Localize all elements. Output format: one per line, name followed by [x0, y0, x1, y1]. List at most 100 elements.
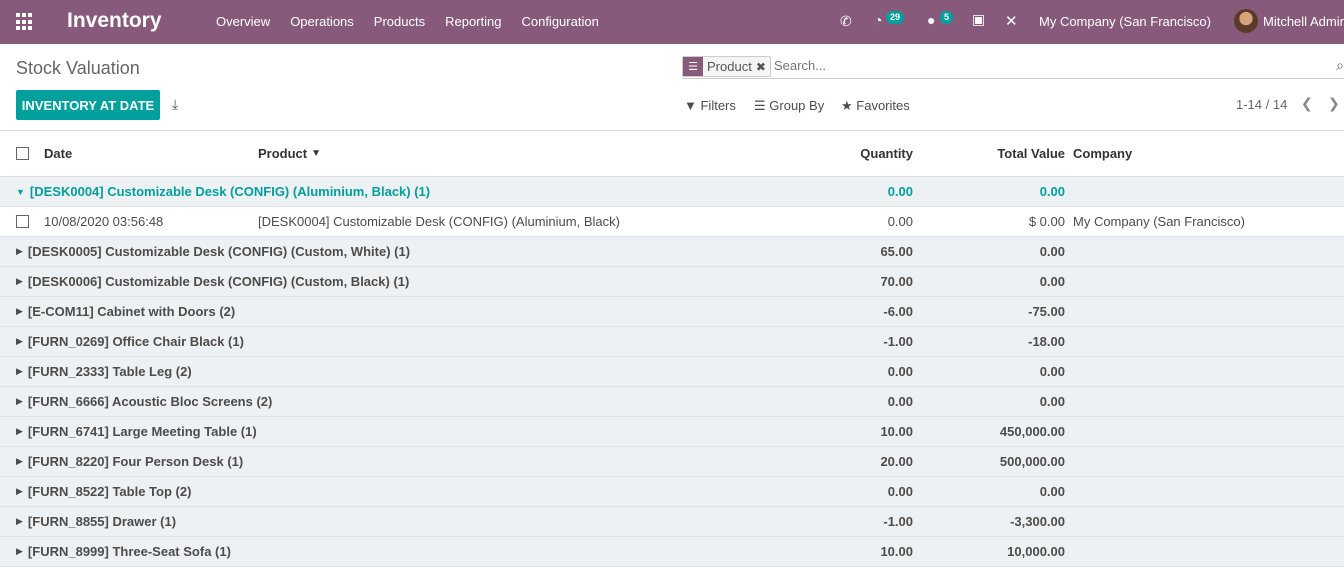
- caret-right-icon: ▶: [16, 306, 23, 316]
- caret-right-icon: ▶: [16, 426, 23, 436]
- group-row[interactable]: ▶ [FURN_6666] Acoustic Bloc Screens (2) 0…: [0, 387, 1344, 417]
- group-quantity: 0.00: [887, 184, 913, 199]
- menu-overview[interactable]: Overview: [216, 14, 270, 29]
- user-menu[interactable]: Mitchell Admin: [1263, 14, 1344, 29]
- row-quantity: 0.00: [887, 214, 913, 229]
- group-name: ▶ [FURN_8855] Drawer (1): [16, 507, 176, 536]
- group-label: [FURN_6666] Acoustic Bloc Screens (2): [27, 394, 273, 409]
- group-label: [FURN_8855] Drawer (1): [27, 514, 177, 529]
- group-value: 0.00: [1039, 244, 1065, 259]
- group-name: ▶ [FURN_2333] Table Leg (2): [16, 357, 192, 386]
- company-switcher[interactable]: My Company (San Francisco): [1039, 14, 1211, 29]
- group-name: ▶ [FURN_6741] Large Meeting Table (1): [16, 417, 257, 446]
- app-brand[interactable]: Inventory: [67, 9, 162, 33]
- row-date: 10/08/2020 03:56:48: [44, 214, 164, 229]
- col-product[interactable]: Product ▼: [258, 131, 321, 176]
- search-bar: ☰ Product ✖ ⌕: [682, 56, 1344, 79]
- favorites-label: Favorites: [856, 98, 910, 113]
- group-value: 0.00: [1039, 364, 1065, 379]
- group-quantity: -1.00: [883, 514, 913, 529]
- group-label: [FURN_8999] Three-Seat Sofa (1): [27, 544, 231, 559]
- group-row[interactable]: ▶ [FURN_8999] Three-Seat Sofa (1) 10.00 1…: [0, 537, 1344, 567]
- col-quantity[interactable]: Quantity: [860, 131, 913, 176]
- caret-right-icon: ▶: [16, 486, 23, 496]
- table-header: Date Product ▼ Quantity Total Value Compa…: [0, 131, 1344, 177]
- group-row[interactable]: ▶ [FURN_8522] Table Top (2) 0.00 0.00: [0, 477, 1344, 507]
- inventory-at-date-button[interactable]: INVENTORY AT DATE: [16, 90, 160, 120]
- group-value: -75.00: [1028, 304, 1065, 319]
- search-icon[interactable]: ⌕: [1336, 57, 1344, 74]
- facet-remove-icon[interactable]: ✖: [756, 60, 770, 74]
- group-label: [FURN_8220] Four Person Desk (1): [27, 454, 244, 469]
- menu-configuration[interactable]: Configuration: [521, 14, 598, 29]
- download-icon[interactable]: ⤓: [172, 96, 178, 113]
- star-icon: ★: [841, 98, 857, 113]
- table-row[interactable]: 10/08/2020 03:56:48 [DESK0004] Customiza…: [0, 207, 1344, 237]
- group-label: [FURN_0269] Office Chair Black (1): [27, 334, 244, 349]
- menu-reporting[interactable]: Reporting: [445, 14, 501, 29]
- caret-right-icon: ▶: [16, 366, 23, 376]
- groupby-icon: ☰: [754, 98, 770, 113]
- col-total-value[interactable]: Total Value: [997, 131, 1065, 176]
- group-quantity: 0.00: [887, 364, 913, 379]
- message-count-badge: 5: [940, 11, 954, 24]
- group-quantity: 0.00: [887, 394, 913, 409]
- group-name: ▶ [DESK0006] Customizable Desk (CONFIG) (…: [16, 267, 409, 296]
- menu-operations[interactable]: Operations: [290, 14, 354, 29]
- group-row[interactable]: ▼ [DESK0004] Customizable Desk (CONFIG) (…: [0, 177, 1344, 207]
- group-label: [FURN_2333] Table Leg (2): [27, 364, 192, 379]
- group-label: [FURN_6741] Large Meeting Table (1): [27, 424, 257, 439]
- activity-clock-icon[interactable]: ◔: [874, 12, 882, 28]
- group-value: 500,000.00: [999, 454, 1065, 469]
- group-quantity: 65.00: [880, 244, 913, 259]
- caret-right-icon: ▶: [16, 456, 23, 466]
- group-name: ▶ [DESK0005] Customizable Desk (CONFIG) (…: [16, 237, 410, 266]
- group-row[interactable]: ▶ [FURN_8855] Drawer (1) -1.00 -3,300.00: [0, 507, 1344, 537]
- breadcrumb-title: Stock Valuation: [16, 58, 140, 78]
- col-company[interactable]: Company: [1073, 131, 1132, 176]
- groupby-dropdown[interactable]: ☰ Group By: [754, 98, 824, 114]
- search-input[interactable]: [774, 58, 1314, 73]
- chevron-right-icon[interactable]: ❯: [1328, 95, 1340, 112]
- row-company: My Company (San Francisco): [1073, 214, 1245, 229]
- menu-products[interactable]: Products: [374, 14, 425, 29]
- user-avatar[interactable]: [1234, 9, 1258, 33]
- groupby-facet: ☰ Product ✖: [682, 56, 771, 77]
- phone-icon[interactable]: ✆: [840, 13, 852, 30]
- select-all-checkbox[interactable]: [16, 147, 29, 160]
- chevron-left-icon[interactable]: ❮: [1301, 95, 1313, 112]
- caret-right-icon: ▶: [16, 276, 23, 286]
- pager-value[interactable]: 1-14 / 14: [1236, 97, 1287, 112]
- group-name: ▶ [E-COM11] Cabinet with Doors (2): [16, 297, 235, 326]
- caret-down-icon: ▼: [16, 186, 25, 197]
- group-row[interactable]: ▶ [E-COM11] Cabinet with Doors (2) -6.00 …: [0, 297, 1344, 327]
- group-label: [DESK0005] Customizable Desk (CONFIG) (C…: [27, 244, 411, 259]
- apps-menu-icon[interactable]: [16, 13, 34, 31]
- col-date[interactable]: Date: [44, 131, 72, 176]
- group-name: ▼ [DESK0004] Customizable Desk (CONFIG) (…: [16, 177, 430, 206]
- activity-count-badge: 29: [886, 11, 905, 24]
- filter-icon: ▼: [684, 98, 701, 113]
- filters-dropdown[interactable]: ▼ Filters: [684, 98, 736, 113]
- group-row[interactable]: ▶ [DESK0006] Customizable Desk (CONFIG) (…: [0, 267, 1344, 297]
- chat-icon[interactable]: ●: [927, 12, 935, 28]
- group-row[interactable]: ▶ [FURN_8220] Four Person Desk (1) 20.00 …: [0, 447, 1344, 477]
- group-label: [E-COM11] Cabinet with Doors (2): [27, 304, 236, 319]
- group-row[interactable]: ▶ [FURN_0269] Office Chair Black (1) -1.0…: [0, 327, 1344, 357]
- caret-right-icon: ▶: [16, 396, 23, 406]
- group-value: 0.00: [1039, 184, 1065, 199]
- debug-tools-icon[interactable]: ✕: [1005, 12, 1018, 30]
- group-value: 0.00: [1039, 484, 1065, 499]
- filters-label: Filters: [700, 98, 736, 113]
- main-menu: Overview Operations Products Reporting C…: [216, 14, 619, 29]
- group-quantity: 20.00: [880, 454, 913, 469]
- favorites-dropdown[interactable]: ★ Favorites: [841, 98, 910, 114]
- group-name: ▶ [FURN_8220] Four Person Desk (1): [16, 447, 243, 476]
- row-checkbox[interactable]: [16, 215, 29, 228]
- group-quantity: 70.00: [880, 274, 913, 289]
- group-row[interactable]: ▶ [FURN_2333] Table Leg (2) 0.00 0.00: [0, 357, 1344, 387]
- group-row[interactable]: ▶ [FURN_6741] Large Meeting Table (1) 10.…: [0, 417, 1344, 447]
- group-value: -3,300.00: [1010, 514, 1065, 529]
- group-row[interactable]: ▶ [DESK0005] Customizable Desk (CONFIG) (…: [0, 237, 1344, 267]
- gift-icon[interactable]: ▣: [972, 11, 985, 28]
